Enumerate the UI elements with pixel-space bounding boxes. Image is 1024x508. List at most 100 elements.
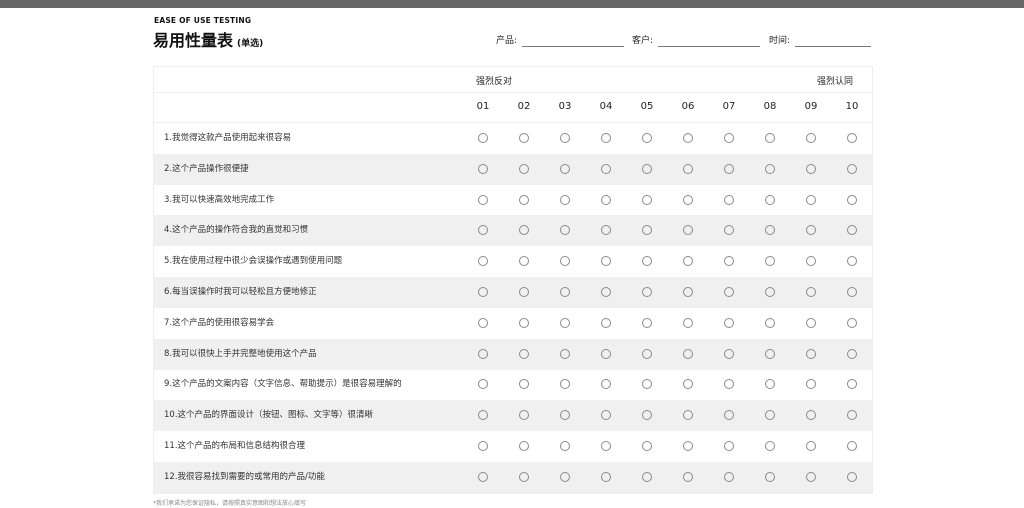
radio-option-03[interactable] [560,225,570,236]
radio-option-02[interactable] [519,317,529,328]
radio-option-01[interactable] [478,471,488,482]
radio-option-07[interactable] [724,287,734,297]
radio-option-09[interactable] [806,379,816,390]
radio-option-10[interactable] [847,317,857,328]
radio-option-03[interactable] [560,410,570,421]
radio-option-04[interactable] [601,348,611,359]
radio-option-09[interactable] [806,410,816,421]
radio-option-10[interactable] [847,348,857,359]
radio-option-04[interactable] [601,471,611,482]
radio-option-04[interactable] [601,163,611,174]
product-input[interactable] [522,46,624,47]
radio-option-08[interactable] [765,225,775,236]
radio-option-02[interactable] [519,287,529,297]
radio-option-06[interactable] [683,441,693,451]
radio-option-07[interactable] [724,133,734,143]
radio-option-09[interactable] [806,163,816,174]
radio-option-06[interactable] [683,225,693,236]
radio-option-01[interactable] [478,410,488,421]
radio-option-08[interactable] [765,287,775,297]
radio-option-09[interactable] [806,287,816,297]
radio-option-02[interactable] [519,133,529,143]
radio-option-05[interactable] [642,225,652,236]
radio-option-09[interactable] [806,256,816,267]
radio-option-09[interactable] [806,194,816,205]
radio-option-01[interactable] [478,163,488,174]
radio-option-10[interactable] [847,256,857,267]
radio-option-10[interactable] [847,225,857,236]
radio-option-02[interactable] [519,256,529,267]
radio-option-03[interactable] [560,471,570,482]
radio-option-10[interactable] [847,133,857,143]
radio-option-04[interactable] [601,379,611,390]
radio-option-01[interactable] [478,441,488,451]
radio-option-04[interactable] [601,287,611,297]
radio-option-08[interactable] [765,441,775,451]
radio-option-03[interactable] [560,163,570,174]
radio-option-02[interactable] [519,441,529,451]
radio-option-09[interactable] [806,471,816,482]
radio-option-07[interactable] [724,348,734,359]
radio-option-07[interactable] [724,163,734,174]
radio-option-03[interactable] [560,441,570,451]
radio-option-10[interactable] [847,379,857,390]
radio-option-07[interactable] [724,317,734,328]
radio-option-06[interactable] [683,379,693,390]
radio-option-06[interactable] [683,133,693,143]
radio-option-02[interactable] [519,194,529,205]
radio-option-08[interactable] [765,348,775,359]
radio-option-06[interactable] [683,348,693,359]
radio-option-03[interactable] [560,379,570,390]
radio-option-04[interactable] [601,225,611,236]
radio-option-04[interactable] [601,441,611,451]
radio-option-10[interactable] [847,441,857,451]
client-input[interactable] [658,46,760,47]
radio-option-05[interactable] [642,441,652,451]
radio-option-10[interactable] [847,194,857,205]
radio-option-10[interactable] [847,287,857,297]
radio-option-06[interactable] [683,163,693,174]
radio-option-08[interactable] [765,256,775,267]
radio-option-05[interactable] [642,194,652,205]
radio-option-06[interactable] [683,287,693,297]
radio-option-08[interactable] [765,194,775,205]
radio-option-08[interactable] [765,133,775,143]
radio-option-09[interactable] [806,317,816,328]
radio-option-02[interactable] [519,225,529,236]
radio-option-03[interactable] [560,348,570,359]
radio-option-07[interactable] [724,410,734,421]
radio-option-06[interactable] [683,194,693,205]
radio-option-08[interactable] [765,471,775,482]
radio-option-08[interactable] [765,317,775,328]
radio-option-07[interactable] [724,225,734,236]
radio-option-07[interactable] [724,194,734,205]
radio-option-07[interactable] [724,471,734,482]
radio-option-01[interactable] [478,317,488,328]
radio-option-04[interactable] [601,256,611,267]
radio-option-10[interactable] [847,163,857,174]
radio-option-09[interactable] [806,225,816,236]
radio-option-04[interactable] [601,410,611,421]
radio-option-01[interactable] [478,287,488,297]
radio-option-04[interactable] [601,317,611,328]
radio-option-05[interactable] [642,348,652,359]
radio-option-07[interactable] [724,379,734,390]
radio-option-08[interactable] [765,410,775,421]
radio-option-02[interactable] [519,379,529,390]
radio-option-05[interactable] [642,287,652,297]
radio-option-08[interactable] [765,163,775,174]
radio-option-09[interactable] [806,441,816,451]
radio-option-05[interactable] [642,256,652,267]
radio-option-10[interactable] [847,410,857,421]
radio-option-03[interactable] [560,317,570,328]
radio-option-06[interactable] [683,410,693,421]
radio-option-06[interactable] [683,256,693,267]
radio-option-02[interactable] [519,471,529,482]
radio-option-10[interactable] [847,471,857,482]
radio-option-03[interactable] [560,194,570,205]
radio-option-01[interactable] [478,194,488,205]
radio-option-03[interactable] [560,256,570,267]
radio-option-09[interactable] [806,133,816,143]
radio-option-03[interactable] [560,287,570,297]
radio-option-06[interactable] [683,317,693,328]
